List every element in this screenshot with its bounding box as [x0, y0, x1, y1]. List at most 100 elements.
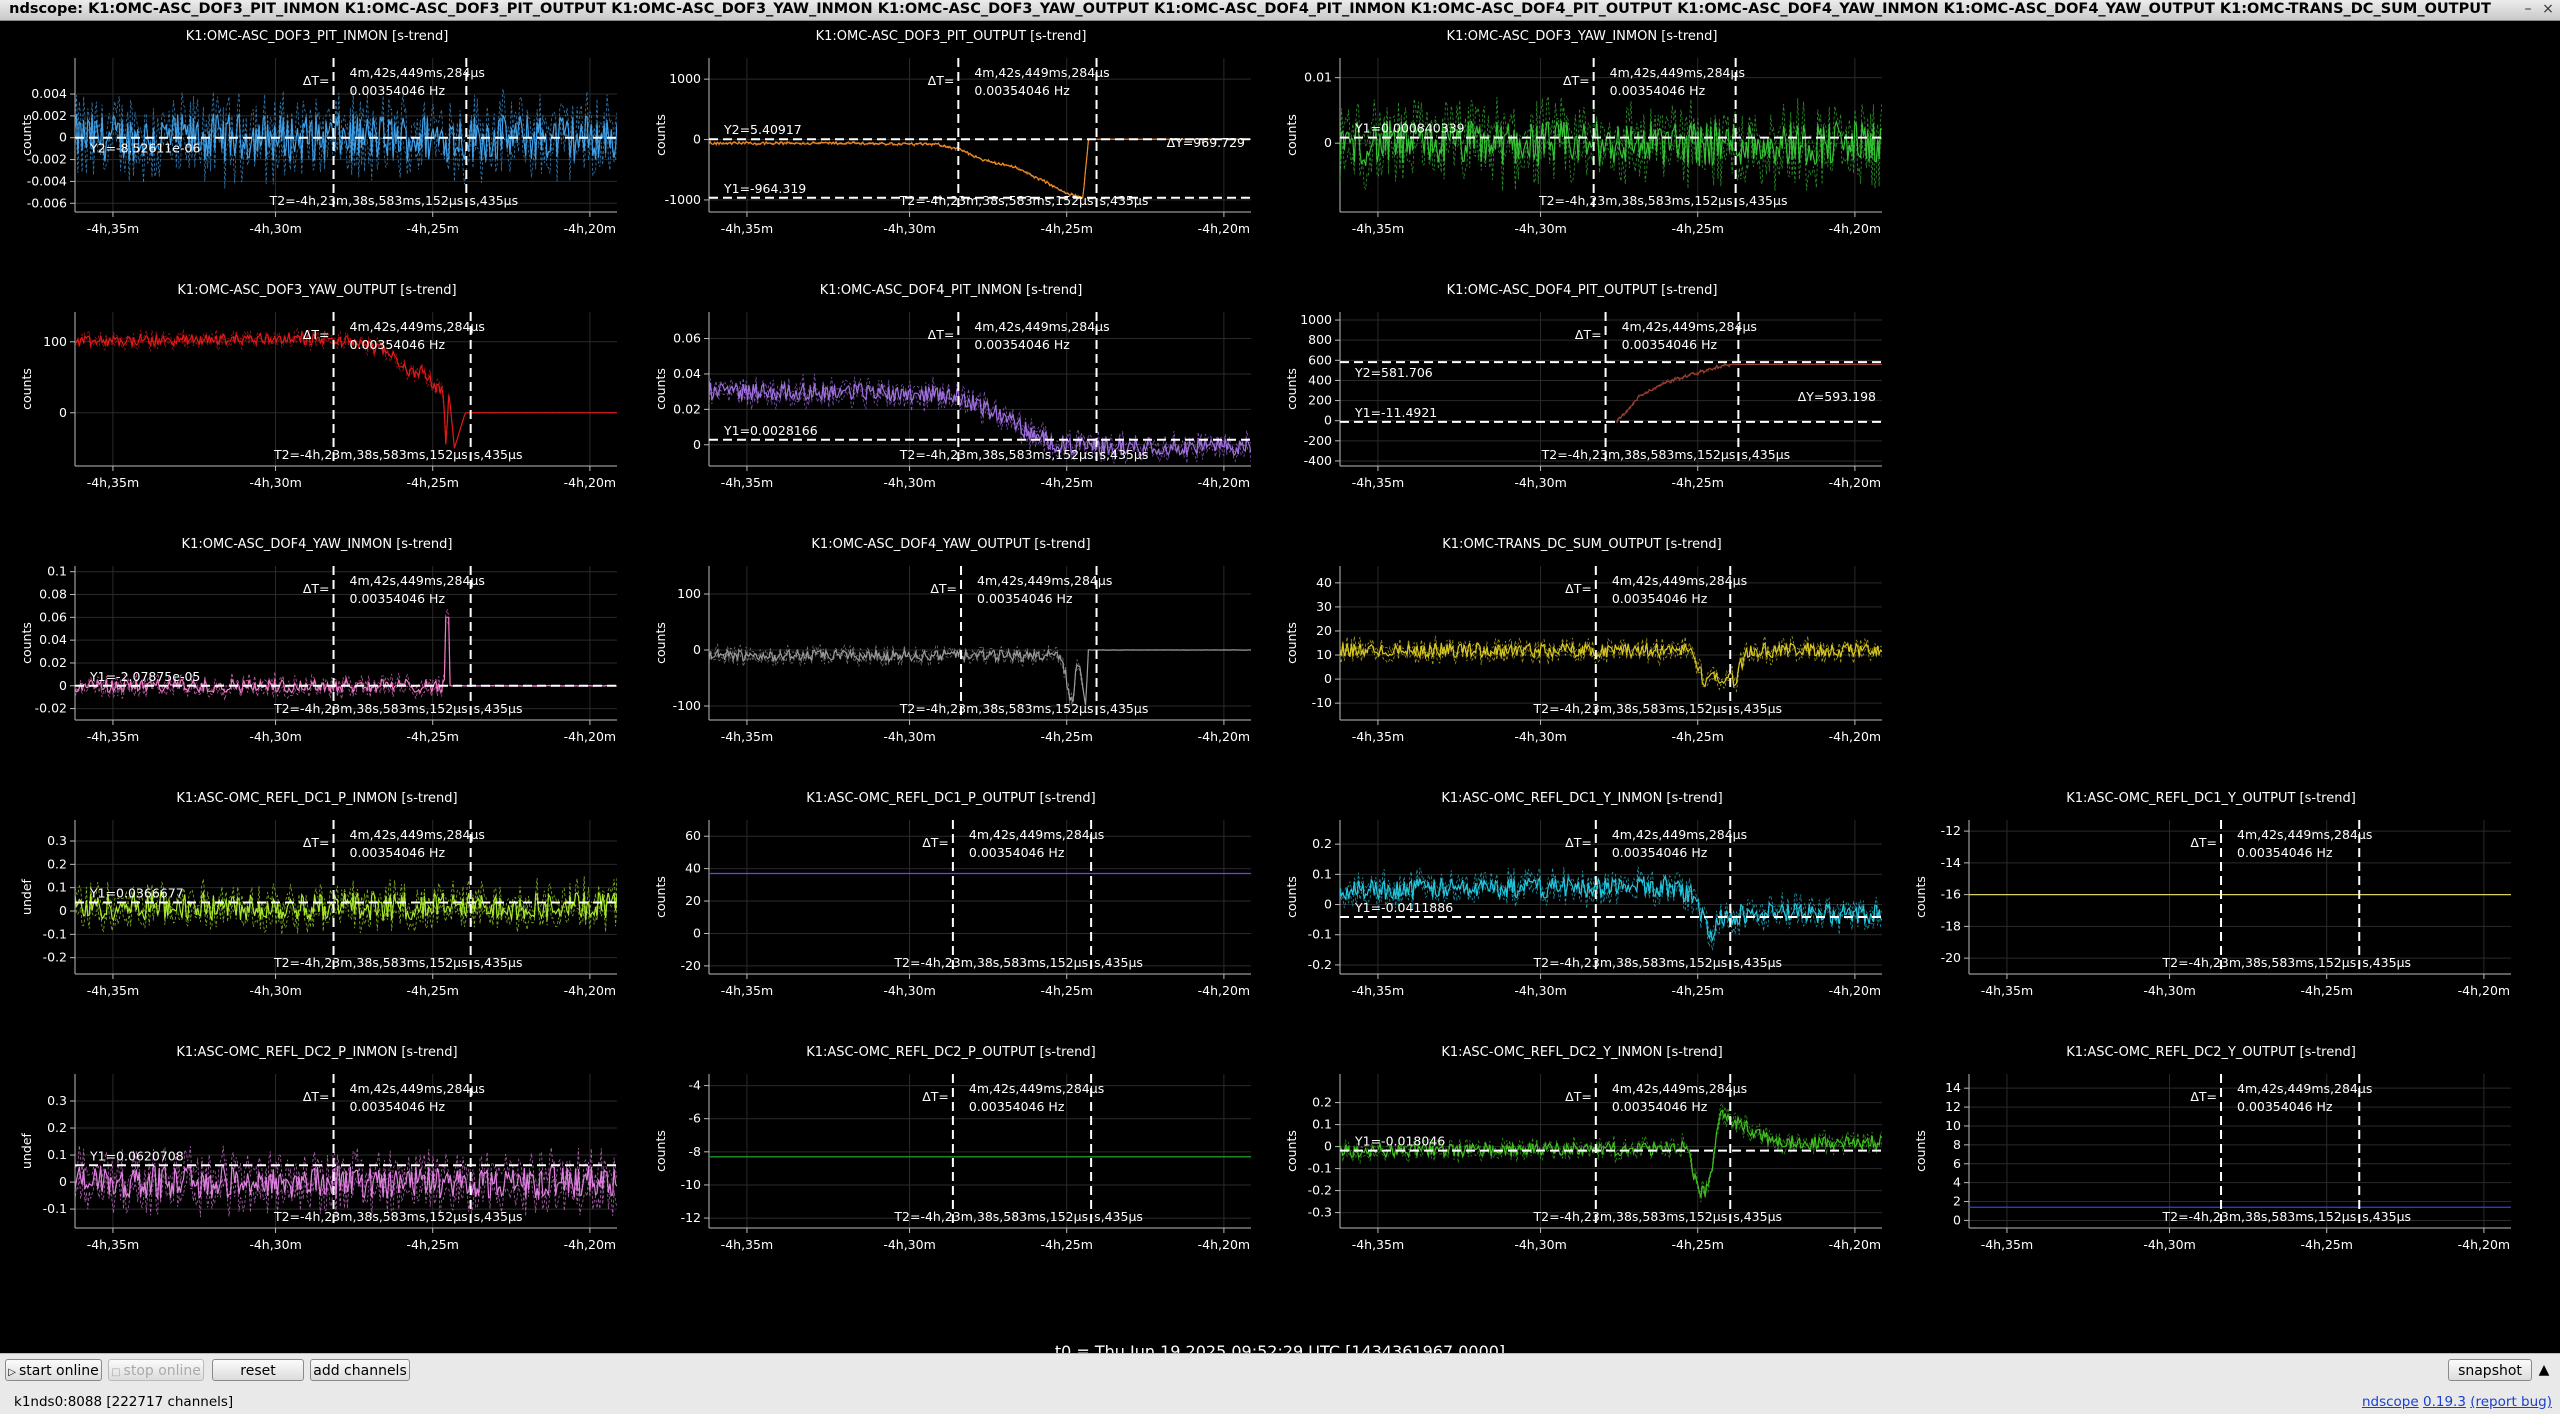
- y-axis-label: counts: [1284, 368, 1299, 410]
- x-tick-label: -4h,20m: [564, 221, 616, 236]
- t2-label: T2=-4h,23m,38s,583ms,152µs: [1533, 701, 1728, 716]
- y-tick-label: -0.02: [35, 701, 67, 716]
- delta-t-value: 4m,42s,449ms,284µs: [974, 65, 1109, 80]
- plot-panel[interactable]: K1:OMC-ASC_DOF3_PIT_INMON [s-trend] 0.004…: [19, 29, 617, 236]
- x-tick-label: -4h,25m: [1040, 983, 1092, 998]
- plot-panel[interactable]: K1:OMC-ASC_DOF4_PIT_INMON [s-trend] 0.06 0…: [653, 283, 1251, 490]
- plot-title: K1:OMC-ASC_DOF3_PIT_OUTPUT [s-trend]: [816, 29, 1087, 44]
- expand-menu-icon[interactable]: ▲: [2534, 1359, 2554, 1381]
- y-cursor-label: Y2=-8.52611e-06: [89, 141, 200, 156]
- minimize-icon[interactable]: –: [2520, 1, 2536, 17]
- signal-trace: [1340, 641, 1882, 688]
- delta-t-label: ΔT=: [303, 581, 330, 596]
- y-tick-label: -18: [1941, 918, 1961, 933]
- plot-panel[interactable]: K1:OMC-ASC_DOF3_YAW_OUTPUT [s-trend] 100 0…: [19, 283, 617, 490]
- t1-label: s,435µs: [1739, 193, 1788, 208]
- t1-label: s,435µs: [474, 1209, 523, 1224]
- t2-label: T2=-4h,23m,38s,583ms,152µs: [1538, 193, 1733, 208]
- plot-panel[interactable]: K1:ASC-OMC_REFL_DC1_P_INMON [s-trend] 0.3…: [19, 791, 617, 998]
- plot-panel[interactable]: K1:ASC-OMC_REFL_DC2_Y_INMON [s-trend] 0.2…: [1284, 1045, 1882, 1252]
- y-tick-label: 0.1: [1312, 1117, 1332, 1132]
- delta-t-value: 4m,42s,449ms,284µs: [974, 319, 1109, 334]
- delta-t-value: 4m,42s,449ms,284µs: [969, 1081, 1104, 1096]
- plot-panel[interactable]: K1:OMC-ASC_DOF4_YAW_INMON [s-trend] 0.1 0.…: [19, 537, 617, 744]
- y-tick-label: -10: [681, 1177, 701, 1192]
- y-cursor-label: Y1=0.0028166: [723, 423, 818, 438]
- delta-t-label: ΔT=: [303, 835, 330, 850]
- plot-panel[interactable]: K1:ASC-OMC_REFL_DC1_Y_INMON [s-trend] 0.2…: [1284, 791, 1882, 998]
- plot-panel[interactable]: K1:ASC-OMC_REFL_DC2_P_OUTPUT [s-trend] -4…: [653, 1045, 1251, 1252]
- y-tick-label: -20: [1941, 950, 1961, 965]
- x-tick-label: -4h,20m: [1198, 1237, 1250, 1252]
- frequency-value: 0.00354046 Hz: [974, 83, 1070, 98]
- plot-panel[interactable]: K1:OMC-ASC_DOF3_YAW_INMON [s-trend] 0.01 0…: [1284, 29, 1882, 236]
- delta-t-value: 4m,42s,449ms,284µs: [969, 827, 1104, 842]
- plot-panel[interactable]: K1:ASC-OMC_REFL_DC2_P_INMON [s-trend] 0.3…: [19, 1045, 617, 1252]
- x-tick-label: -4h,25m: [1040, 1237, 1092, 1252]
- delta-t-value: 4m,42s,449ms,284µs: [2237, 1081, 2372, 1096]
- delta-t-value: 4m,42s,449ms,284µs: [1622, 319, 1757, 334]
- t1-label: s,435µs: [469, 193, 518, 208]
- y-tick-label: 0.02: [39, 655, 67, 670]
- x-tick-label: -4h,20m: [1829, 983, 1881, 998]
- y-tick-label: 0.06: [39, 609, 67, 624]
- y-axis-label: counts: [653, 1130, 668, 1172]
- reset-button[interactable]: reset: [212, 1359, 304, 1381]
- y-tick-label: -12: [1941, 823, 1961, 838]
- y-tick-label: -10: [1312, 695, 1332, 710]
- t2-label: T2=-4h,23m,38s,583ms,152µs: [1533, 1209, 1728, 1224]
- delta-t-label: ΔT=: [1563, 73, 1590, 88]
- close-icon[interactable]: ×: [2540, 1, 2556, 17]
- y-tick-label: 0.2: [47, 856, 67, 871]
- y-tick-label: -0.2: [1308, 957, 1332, 972]
- x-tick-label: -4h,35m: [1352, 729, 1404, 744]
- x-tick-label: -4h,25m: [1040, 221, 1092, 236]
- delta-t-value: 4m,42s,449ms,284µs: [977, 573, 1112, 588]
- y-tick-label: 2: [1953, 1194, 1961, 1209]
- start-online-button[interactable]: ▷ start online: [5, 1359, 102, 1381]
- t2-label: T2=-4h,23m,38s,583ms,152µs: [899, 701, 1094, 716]
- plot-area[interactable]: K1:OMC-ASC_DOF3_PIT_INMON [s-trend] 0.004…: [0, 21, 2560, 1361]
- y-cursor-label: Y1=0.000840339: [1354, 121, 1465, 136]
- y-tick-label: -16: [1941, 887, 1961, 902]
- signal-min-trace: [75, 332, 617, 449]
- delta-t-value: 4m,42s,449ms,284µs: [350, 1081, 485, 1096]
- server-status: k1nds0:8088 [222717 channels]: [14, 1394, 233, 1410]
- frequency-value: 0.00354046 Hz: [350, 1099, 446, 1114]
- stop-online-label: stop online: [123, 1363, 201, 1379]
- y-tick-label: 1000: [1300, 312, 1332, 327]
- app-link[interactable]: ndscope: [2362, 1394, 2419, 1410]
- snapshot-button[interactable]: snapshot: [2448, 1359, 2532, 1381]
- report-bug-link[interactable]: (report bug): [2470, 1394, 2552, 1410]
- plot-panel[interactable]: K1:ASC-OMC_REFL_DC2_Y_OUTPUT [s-trend] 14…: [1913, 1045, 2511, 1252]
- plot-panel[interactable]: K1:OMC-ASC_DOF3_PIT_OUTPUT [s-trend] 1000…: [653, 29, 1251, 236]
- t2-label: T2=-4h,23m,38s,583ms,152µs: [1533, 955, 1728, 970]
- plot-panel[interactable]: K1:ASC-OMC_REFL_DC1_P_OUTPUT [s-trend] 60…: [653, 791, 1251, 998]
- signal-max-trace: [709, 373, 1251, 455]
- y-tick-label: 0.1: [47, 1147, 67, 1162]
- y-tick-label: 0.02: [673, 401, 701, 416]
- plot-panel[interactable]: K1:OMC-TRANS_DC_SUM_OUTPUT [s-trend] 40 30…: [1284, 537, 1882, 744]
- plot-title: K1:ASC-OMC_REFL_DC1_P_OUTPUT [s-trend]: [806, 791, 1096, 806]
- y-tick-label: -20: [681, 958, 701, 973]
- y-axis-label: counts: [1284, 876, 1299, 918]
- y-tick-label: 0: [1324, 897, 1332, 912]
- plot-grid[interactable]: K1:OMC-ASC_DOF3_PIT_INMON [s-trend] 0.004…: [0, 21, 2560, 1321]
- t2-label: T2=-4h,23m,38s,583ms,152µs: [273, 701, 468, 716]
- plot-panel[interactable]: K1:ASC-OMC_REFL_DC1_Y_OUTPUT [s-trend] -1…: [1913, 791, 2511, 998]
- x-tick-label: -4h,20m: [564, 983, 616, 998]
- stop-icon: □: [111, 1367, 121, 1378]
- version-link[interactable]: 0.19.3: [2423, 1394, 2466, 1410]
- x-tick-label: -4h,35m: [1981, 983, 2033, 998]
- x-tick-label: -4h,35m: [721, 475, 773, 490]
- delta-t-label: ΔT=: [930, 581, 957, 596]
- y-tick-label: 4: [1953, 1175, 1961, 1190]
- add-channels-button[interactable]: add channels: [310, 1359, 410, 1381]
- x-tick-label: -4h,20m: [1198, 221, 1250, 236]
- y-tick-label: -1000: [665, 192, 701, 207]
- plot-panel[interactable]: K1:OMC-ASC_DOF4_YAW_OUTPUT [s-trend] 100 0…: [653, 537, 1251, 744]
- x-tick-label: -4h,35m: [87, 475, 139, 490]
- plot-panel[interactable]: K1:OMC-ASC_DOF4_PIT_OUTPUT [s-trend] 1000…: [1284, 283, 1882, 490]
- frequency-value: 0.00354046 Hz: [969, 845, 1065, 860]
- y-tick-label: 0.3: [47, 833, 67, 848]
